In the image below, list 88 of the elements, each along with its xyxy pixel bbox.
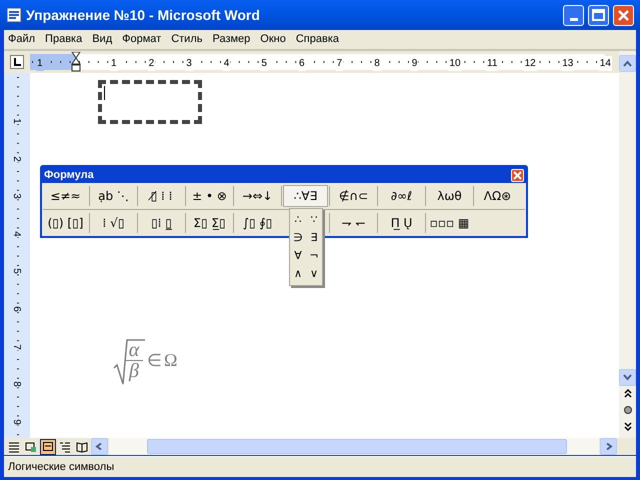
document-icon bbox=[6, 7, 22, 23]
symbol-palette-button[interactable]: ∉∩⊂ bbox=[331, 185, 376, 207]
symbol-palette-button[interactable]: →⇔↓ bbox=[235, 185, 280, 207]
ruler-number: 13 bbox=[561, 56, 574, 71]
close-icon bbox=[513, 170, 522, 180]
menu-item[interactable]: Формат bbox=[122, 31, 162, 48]
menu-item[interactable]: Стиль bbox=[171, 31, 202, 48]
symbol-palette-button[interactable]: Σ▯ Σ̲▯ bbox=[187, 212, 232, 234]
text-cursor bbox=[104, 86, 105, 100]
ruler-number: 7 bbox=[336, 56, 344, 71]
minimize-icon bbox=[570, 18, 578, 20]
equation-frame[interactable] bbox=[98, 80, 202, 124]
close-button[interactable] bbox=[511, 168, 524, 182]
ruler-number: 4 bbox=[222, 56, 230, 71]
scrollbar-thumb[interactable] bbox=[147, 439, 567, 454]
tab-stop-button[interactable] bbox=[10, 55, 24, 69]
chevron-icon[interactable] bbox=[623, 60, 632, 67]
menu-item[interactable]: Размер bbox=[212, 31, 250, 48]
menu-item[interactable]: Справка bbox=[296, 31, 340, 48]
symbol-palette-button[interactable]: ▯⁞ ▯̲ bbox=[139, 212, 184, 234]
minimize-button[interactable] bbox=[563, 4, 584, 26]
ruler-number: 6 bbox=[10, 306, 21, 312]
symbol-palette-button[interactable]: ⇁ ↽ bbox=[331, 212, 376, 234]
status-text: Логические символы bbox=[8, 460, 114, 475]
symbol-button[interactable]: ∴ bbox=[290, 211, 306, 229]
omega-symbol: Ω bbox=[164, 349, 178, 372]
scroll-up-button[interactable] bbox=[619, 55, 636, 72]
symbol-button[interactable]: ∧ bbox=[290, 265, 306, 283]
symbol-palette-button[interactable]: ∫▯ ∮▯ bbox=[235, 212, 280, 234]
symbol-palette-button[interactable]: ∂∞ℓ bbox=[379, 185, 424, 207]
symbol-palette-button[interactable]: ± • ⊗ bbox=[187, 185, 232, 207]
symbol-palette-button[interactable]: ≤≠≈ bbox=[43, 185, 88, 207]
scroll-left-button[interactable] bbox=[91, 438, 108, 455]
toolbar-title: Формула bbox=[44, 168, 94, 183]
maximize-button[interactable] bbox=[588, 4, 609, 26]
ruler-number: 9 bbox=[410, 56, 418, 71]
symbol-palette-button[interactable]: ⁞ √▯ bbox=[91, 212, 136, 234]
ruler-number: 2 bbox=[148, 56, 156, 71]
chevron-icon[interactable] bbox=[95, 443, 104, 450]
maximize-icon bbox=[592, 9, 605, 21]
ruler-number: 3 bbox=[185, 56, 193, 71]
ruler-number: 5 bbox=[10, 268, 21, 274]
symbol-palette-button[interactable]: ▯̸ ⁞ ⁞ bbox=[139, 185, 184, 207]
ruler-number: 5 bbox=[260, 56, 268, 71]
menu-item[interactable]: Окно bbox=[260, 31, 286, 48]
symbol-button[interactable]: ¬ bbox=[306, 247, 322, 265]
symbol-button[interactable]: ∃ bbox=[306, 229, 322, 247]
view-button[interactable] bbox=[40, 438, 56, 454]
symbol-palette-button[interactable]: ∴∀∃ bbox=[283, 185, 328, 207]
chevron-icon[interactable] bbox=[604, 443, 613, 450]
browse-object-button[interactable] bbox=[622, 405, 632, 415]
ruler-number: 9 bbox=[10, 419, 21, 425]
ruler-number: 3 bbox=[10, 193, 21, 199]
ruler-number: 8 bbox=[10, 381, 21, 387]
symbol-palette-button[interactable]: ΛΩ⊛ bbox=[475, 185, 520, 207]
numerator: α bbox=[128, 340, 140, 360]
chevron-icon[interactable] bbox=[623, 374, 632, 381]
close-button[interactable] bbox=[613, 4, 634, 26]
symbol-button[interactable]: ∀ bbox=[290, 247, 306, 265]
ruler-number: 10 bbox=[448, 56, 462, 71]
scroll-right-button[interactable] bbox=[600, 438, 617, 455]
scroll-down-button[interactable] bbox=[619, 369, 636, 386]
next-page-button[interactable] bbox=[622, 421, 632, 431]
ruler-number: 14 bbox=[598, 56, 612, 71]
close-icon bbox=[618, 10, 629, 20]
symbol-palette-button[interactable]: ▫▫▫ ▦ bbox=[427, 212, 472, 234]
symbol-button[interactable]: ∋ bbox=[290, 229, 306, 247]
menu-item[interactable]: Правка bbox=[45, 31, 82, 48]
symbol-palette-button[interactable]: Π̲ Ų bbox=[379, 212, 424, 234]
ruler-number: 11 bbox=[486, 56, 498, 71]
ruler-number: 12 bbox=[524, 56, 537, 71]
denominator: β bbox=[129, 361, 139, 381]
symbol-palette-button[interactable]: (▯) [▯] bbox=[43, 212, 88, 234]
ruler-number: 1 bbox=[36, 56, 44, 71]
ruler-number: 6 bbox=[298, 56, 306, 71]
fraction-line bbox=[125, 360, 143, 361]
symbol-button[interactable]: ∨ bbox=[306, 265, 322, 283]
ruler-number: 8 bbox=[373, 56, 381, 71]
symbol-button[interactable]: ∵ bbox=[306, 211, 322, 229]
menu-item[interactable]: Файл bbox=[8, 31, 36, 48]
window-title: Упражнение №10 - Microsoft Word bbox=[26, 6, 261, 25]
symbol-palette-button[interactable]: λωθ bbox=[427, 185, 472, 207]
menu-item[interactable]: Вид bbox=[92, 31, 112, 48]
previous-page-button[interactable] bbox=[622, 389, 632, 399]
symbol-palette-button[interactable]: ạb ⋱ bbox=[91, 185, 136, 207]
element-of-sign: ∈ bbox=[147, 350, 162, 372]
indent-marker-icon[interactable] bbox=[71, 52, 81, 72]
ruler-number: 1 bbox=[110, 56, 118, 71]
